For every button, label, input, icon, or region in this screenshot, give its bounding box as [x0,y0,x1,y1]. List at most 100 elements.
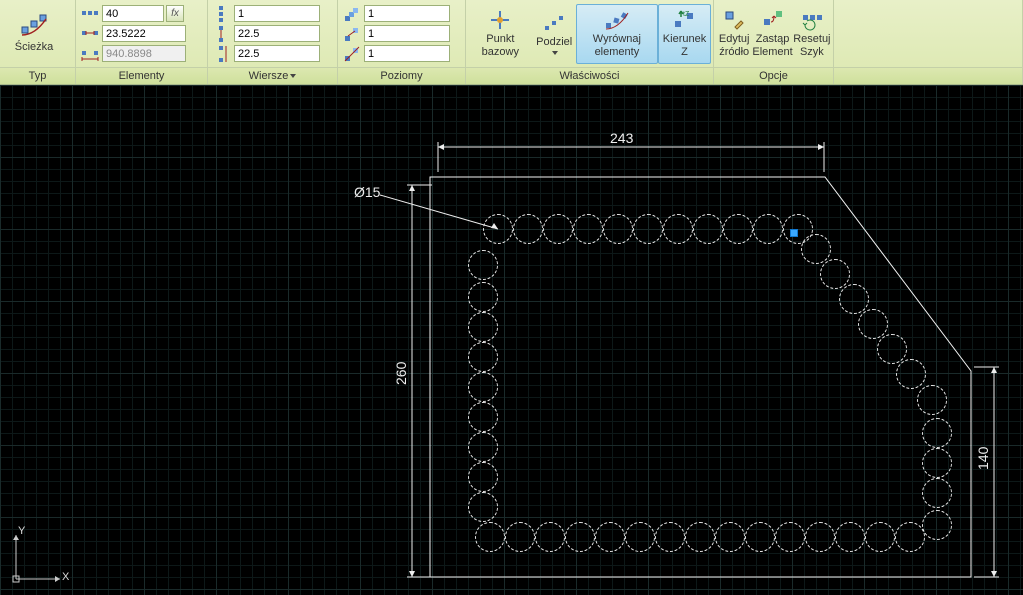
elements-total-input [102,45,186,62]
rows-spacing-input[interactable] [234,25,320,42]
array-item [775,522,805,552]
panel-properties-title: Właściwości [466,67,713,84]
ribbon: Ścieżka Typ fx [0,0,1023,85]
array-item [663,214,693,244]
array-item [895,522,925,552]
panel-type: Ścieżka Typ [0,0,76,84]
array-item [655,522,685,552]
rows-total-input[interactable] [234,45,320,62]
levels-count-row [342,5,450,23]
panel-levels-title: Poziomy [338,67,465,84]
array-item [535,522,565,552]
levels-spacing-row [342,25,450,43]
array-item [468,372,498,402]
array-item [858,309,888,339]
array-item [633,214,663,244]
align-items-button[interactable]: Wyrównaj elementy [576,4,658,64]
drawing-overlay: 243260140Ø15 [0,85,1023,595]
replace-element-button[interactable]: Zastąp Element [752,4,792,64]
fx-label[interactable]: fx [166,5,184,22]
array-item [475,522,505,552]
array-item [753,214,783,244]
array-item [468,250,498,280]
count-z-icon [342,6,362,22]
array-item [565,522,595,552]
reset-array-icon [801,9,823,31]
spacing-horiz-icon [80,26,100,42]
base-point-icon [489,9,511,31]
edit-source-icon [723,9,745,31]
array-item [917,385,947,415]
array-item [801,234,831,264]
rows-spacing-row [212,25,320,43]
replace-element-icon [762,9,784,31]
panel-rows: Wiersze [208,0,338,84]
array-item [922,418,952,448]
base-point-button[interactable]: Punkt bazowy [468,4,533,64]
array-item [723,214,753,244]
ucs-icon: X Y [8,527,68,587]
drawing-canvas[interactable]: 243260140Ø15 X Y [0,85,1023,595]
path-array-button[interactable]: Ścieżka [2,4,66,64]
panel-type-title: Typ [0,67,75,84]
array-item [505,522,535,552]
levels-count-input[interactable] [364,5,450,22]
levels-spacing-input[interactable] [364,25,450,42]
spacing-vert-icon [212,26,232,42]
rows-count-row [212,5,320,23]
array-item [922,478,952,508]
panel-options-title: Opcje [714,67,833,84]
array-item [543,214,573,244]
array-item [573,214,603,244]
array-item [922,510,952,540]
total-horiz-icon [80,46,100,62]
reset-array-button[interactable]: Resetuj Szyk [793,4,831,64]
selection-grip[interactable] [790,229,798,237]
elements-count-input[interactable] [102,5,164,22]
array-item [839,284,869,314]
array-item [468,312,498,342]
divide-button[interactable]: Podziel [533,4,576,64]
panel-rows-title[interactable]: Wiersze [208,67,337,84]
elements-spacing-row [80,25,186,43]
edit-source-button[interactable]: Edytuj źródło [716,4,752,64]
array-item [922,448,952,478]
total-z-icon [342,46,362,62]
count-vert-icon [212,6,232,22]
rows-total-row [212,45,320,63]
levels-total-input[interactable] [364,45,450,62]
array-item [603,214,633,244]
z-direction-button[interactable]: tZ Kierunek Z [658,4,711,64]
array-item [685,522,715,552]
rows-expand-icon [290,74,296,78]
z-direction-icon: tZ [673,9,697,31]
base-point-label: Punkt bazowy [468,33,533,57]
divide-icon [543,12,565,34]
dim-left-value: 260 [393,361,409,385]
rows-count-input[interactable] [234,5,320,22]
array-item [513,214,543,244]
array-item [745,522,775,552]
array-item [693,214,723,244]
align-items-icon [604,9,630,31]
array-item [805,522,835,552]
panel-elements-title: Elementy [76,67,207,84]
align-items-label: Wyrównaj elementy [577,33,657,57]
replace-element-label: Zastąp Element [752,33,792,57]
array-item [625,522,655,552]
panel-properties: Punkt bazowy Podziel Wyrównaj elementy t… [466,0,714,84]
array-item [877,334,907,364]
array-item [468,462,498,492]
reset-array-label: Resetuj Szyk [793,33,831,57]
elements-total-row [80,45,186,63]
elements-spacing-input[interactable] [102,25,186,42]
dim-top-value: 243 [610,130,634,146]
edit-source-label: Edytuj źródło [716,33,752,57]
panel-options: Edytuj źródło Zastąp Element Resetuj Szy… [714,0,834,84]
panel-filler [834,0,1023,84]
ucs-y-label: Y [18,525,25,537]
panel-levels: Poziomy [338,0,466,84]
path-array-label: Ścieżka [15,41,54,53]
path-array-icon [20,13,48,39]
array-item [468,402,498,432]
